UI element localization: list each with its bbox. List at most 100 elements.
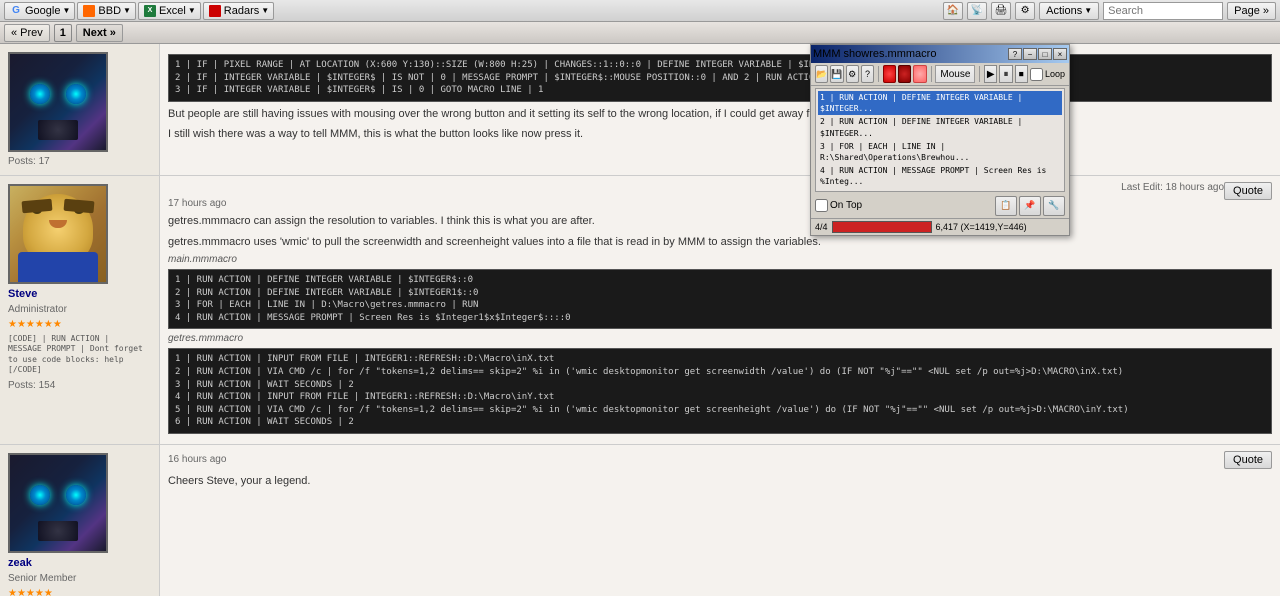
posts-2: Posts: 154 — [8, 380, 55, 391]
post-2-text1: getres.mmmacro can assign the resolution… — [168, 213, 1272, 230]
mmm-window-buttons: ? − □ × — [1008, 48, 1067, 60]
on-top-checkbox[interactable]: On Top — [815, 199, 862, 212]
actions-dropdown-icon: ▼ — [1084, 6, 1092, 15]
radar-icon — [208, 4, 222, 18]
post-1-code: 1 | IF | PIXEL RANGE | AT LOCATION (X:60… — [168, 54, 1272, 102]
avatar-3-eye-left — [30, 485, 50, 505]
user-code-2: [CODE] | RUN ACTION |MESSAGE PROMPT | Do… — [8, 334, 143, 376]
mmm-code-area: 1 | RUN ACTION | DEFINE INTEGER VARIABLE… — [815, 88, 1065, 192]
avatar-3 — [8, 453, 108, 553]
stars-3: ★★★★★ — [8, 588, 53, 596]
ontop-cb[interactable] — [815, 199, 828, 212]
mmm-title: MMM showres.mmmacro — [813, 48, 936, 60]
post-2-meta: Quote Last Edit: 18 hours ago — [168, 182, 1272, 193]
mmm-progress-fill — [833, 222, 931, 232]
mmm-tool-open[interactable]: 📂 — [815, 65, 828, 83]
mmm-action-btn-2[interactable]: 📌 — [1019, 196, 1041, 216]
excel-dropdown-icon: ▼ — [188, 6, 196, 15]
google-dropdown-icon: ▼ — [62, 6, 70, 15]
bbd-button[interactable]: BBD ▼ — [77, 2, 136, 20]
prev-label: « Prev — [11, 27, 43, 39]
post-2-left: Steve Administrator ★★★★★★ [CODE] | RUN … — [0, 176, 160, 444]
post-2-code-main: 1 | RUN ACTION | DEFINE INTEGER VARIABLE… — [168, 269, 1272, 329]
next-label: Next » — [83, 27, 116, 39]
mmm-tool-help[interactable]: ? — [861, 65, 874, 83]
mmm-close-btn[interactable]: × — [1053, 48, 1067, 60]
post-3-text: Cheers Steve, your a legend. — [168, 473, 1272, 490]
print-icon-btn[interactable]: 🖨 — [991, 2, 1011, 20]
mmm-record-btn[interactable] — [883, 65, 896, 83]
mmm-tool-settings[interactable]: ⚙ — [846, 65, 859, 83]
section-main: main.mmmacro — [168, 254, 1272, 265]
mmm-play-btn[interactable]: ▶ — [984, 65, 997, 83]
mmm-sep-1 — [878, 66, 879, 82]
post-2-last-edit: Last Edit: 18 hours ago — [1121, 182, 1224, 193]
quote-button-2[interactable]: Quote — [1224, 182, 1272, 200]
search-input[interactable] — [1103, 2, 1223, 20]
quote-button-3[interactable]: Quote — [1224, 451, 1272, 469]
page-button[interactable]: Page » — [1227, 2, 1276, 20]
mmm-toolbar: 📂 💾 ⚙ ? Mouse ▶ ⏸ ⏹ Loop — [811, 63, 1069, 86]
avatar-1 — [8, 52, 108, 152]
mmm-help-btn[interactable]: ? — [1008, 48, 1022, 60]
bbd-dropdown-icon: ▼ — [123, 6, 131, 15]
mmm-code-line-2[interactable]: 2 | RUN ACTION | DEFINE INTEGER VARIABLE… — [818, 115, 1062, 139]
role-3: Senior Member — [8, 573, 76, 584]
radar-label: Radars — [224, 5, 259, 17]
mmm-mouse-label: Mouse — [935, 65, 975, 83]
mmm-progress-label: 4/4 — [815, 222, 828, 232]
bbd-label: BBD — [98, 5, 121, 17]
post-2: Steve Administrator ★★★★★★ [CODE] | RUN … — [0, 176, 1280, 445]
mmm-minimize-btn[interactable]: − — [1023, 48, 1037, 60]
post-1: Posts: 17 1 | IF | PIXEL RANGE | AT LOCA… — [0, 44, 1280, 176]
post-2-code-getres: 1 | RUN ACTION | INPUT FROM FILE | INTEG… — [168, 348, 1272, 434]
google-button[interactable]: G Google ▼ — [4, 2, 75, 20]
stars-2: ★★★★★★ — [8, 319, 62, 330]
mmm-progress-row: 4/4 6,417 (X=1419,Y=446) — [811, 218, 1069, 235]
mmm-code-line-4[interactable]: 4 | RUN ACTION | MESSAGE PROMPT | Screen… — [818, 164, 1062, 188]
excel-label: Excel — [159, 5, 186, 17]
excel-icon: X — [143, 4, 157, 18]
mmm-loop-checkbox[interactable]: Loop — [1030, 68, 1065, 81]
role-2: Administrator — [8, 304, 67, 315]
loop-cb[interactable] — [1030, 68, 1043, 81]
mmm-sep-2 — [931, 66, 932, 82]
mmm-action-buttons: 📋 📌 🔧 — [995, 196, 1065, 216]
mmm-code-line-3[interactable]: 3 | FOR | EACH | LINE IN | R:\Shared\Ope… — [818, 140, 1062, 164]
post-2-text2: getres.mmmacro uses 'wmic' to pull the s… — [168, 234, 1272, 251]
post-3: zeak Senior Member ★★★★★ Posts: 17 16 ho… — [0, 445, 1280, 596]
mmm-titlebar[interactable]: MMM showres.mmmacro ? − □ × — [811, 45, 1069, 63]
rss-icon-btn[interactable]: 📡 — [967, 2, 987, 20]
mmm-step-btn[interactable]: ⏸ — [999, 65, 1012, 83]
post-3-right: 16 hours ago Quote Cheers Steve, your a … — [160, 445, 1280, 596]
section-getres: getres.mmmacro — [168, 333, 1272, 344]
post-2-right: Quote Last Edit: 18 hours ago 17 hours a… — [160, 176, 1280, 444]
next-button[interactable]: Next » — [76, 24, 123, 42]
top-bar-right: 🏠 📡 🖨 ⚙ Actions ▼ Page » — [943, 2, 1276, 20]
post-1-text2: I still wish there was a way to tell MMM… — [168, 126, 1272, 143]
actions-button[interactable]: Actions ▼ — [1039, 2, 1099, 20]
actions-label: Actions — [1046, 5, 1082, 17]
post-1-left: Posts: 17 — [0, 44, 160, 175]
excel-button[interactable]: X Excel ▼ — [138, 2, 201, 20]
mmm-maximize-btn[interactable]: □ — [1038, 48, 1052, 60]
home-icon-btn[interactable]: 🏠 — [943, 2, 963, 20]
mmm-stop2-btn[interactable]: ⏹ — [1015, 65, 1028, 83]
mmm-stop-btn[interactable] — [898, 65, 911, 83]
mmm-action-btn-3[interactable]: 🔧 — [1043, 196, 1065, 216]
mmm-coords: 6,417 (X=1419,Y=446) — [936, 222, 1027, 232]
avatar-3-eye-right — [66, 485, 86, 505]
code-line-2: 2 | IF | INTEGER VARIABLE | $INTEGER$ | … — [175, 72, 1265, 85]
prev-button[interactable]: « Prev — [4, 24, 50, 42]
mmm-action-btn-1[interactable]: 📋 — [995, 196, 1017, 216]
radar-button[interactable]: Radars ▼ — [203, 2, 274, 20]
settings-icon-btn[interactable]: ⚙ — [1015, 2, 1035, 20]
mmm-pause-btn[interactable] — [913, 65, 926, 83]
post-3-left: zeak Senior Member ★★★★★ Posts: 17 — [0, 445, 160, 596]
page-number: 1 — [54, 24, 72, 42]
page-label: Page » — [1234, 5, 1269, 17]
mmm-tool-save[interactable]: 💾 — [830, 65, 843, 83]
avatar-2 — [8, 184, 108, 284]
mmm-code-line-1[interactable]: 1 | RUN ACTION | DEFINE INTEGER VARIABLE… — [818, 91, 1062, 115]
code-line-3: 3 | IF | INTEGER VARIABLE | $INTEGER$ | … — [175, 84, 1265, 97]
